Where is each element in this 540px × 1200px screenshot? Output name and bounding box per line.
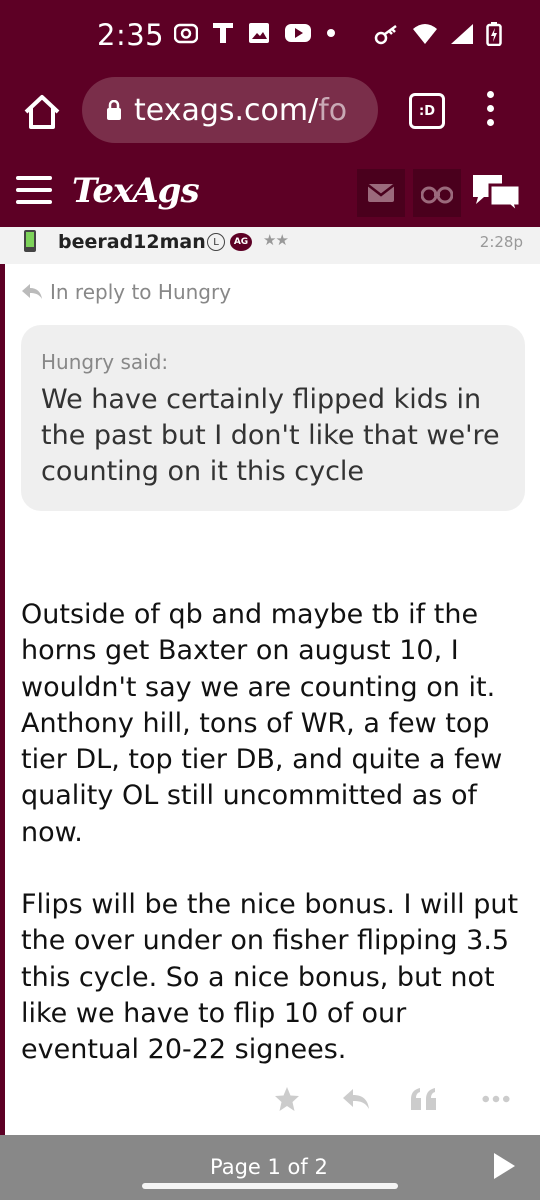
site-header: TexAgs [0, 165, 540, 227]
quote-text: We have certainly flipped kids in the pa… [41, 384, 500, 487]
user-stars: ★★ [263, 231, 289, 249]
browser-menu-icon[interactable] [487, 91, 497, 129]
post-paragraph-1: Outside of qb and maybe tb if the horns … [21, 599, 503, 848]
signal-icon [451, 24, 473, 44]
status-left-icons [174, 22, 336, 44]
hamburger-menu-icon[interactable] [16, 176, 52, 206]
more-icon[interactable] [482, 1085, 510, 1113]
envelope-icon [367, 184, 395, 202]
pagination-bar: Page 1 of 2 [0, 1135, 540, 1200]
t-app-icon [213, 23, 233, 43]
site-logo[interactable]: TexAgs [72, 171, 200, 211]
quote-author: Hungry said: [41, 350, 169, 374]
inbox-button[interactable] [357, 169, 405, 217]
quote-block: Hungry said: We have certainly flipped k… [21, 325, 525, 511]
post-username[interactable]: beerad12man [58, 231, 206, 253]
post-actions [0, 1085, 540, 1115]
gesture-handle[interactable] [142, 1183, 398, 1189]
dot-icon [327, 29, 335, 37]
reply-icon[interactable] [342, 1085, 370, 1113]
tab-switcher-button[interactable]: :D [409, 93, 445, 129]
reply-to-link[interactable]: In reply to Hungry [21, 280, 231, 304]
post-body: Outside of qb and maybe tb if the horns … [21, 597, 526, 1105]
status-right-icons [374, 22, 502, 46]
camera-icon [174, 23, 198, 44]
page-label: Page 1 of 2 [210, 1155, 328, 1179]
next-page-icon[interactable] [492, 1152, 516, 1180]
quote-icon[interactable] [410, 1085, 438, 1113]
lock-icon [107, 100, 121, 120]
status-bar: 2:35 [0, 0, 540, 75]
browser-toolbar: texags.com/fo :D [0, 75, 540, 165]
ag-badge: AG [230, 233, 252, 251]
wifi-icon [413, 24, 437, 44]
url-text: texags.com/fo [134, 92, 348, 128]
lifetime-badge: L [207, 233, 225, 251]
reply-arrow-icon [22, 284, 42, 299]
post-time: 2:28p [479, 233, 523, 251]
youtube-icon [285, 24, 311, 42]
watch-button[interactable] [413, 169, 461, 217]
key-icon [374, 24, 397, 45]
status-time: 2:35 [97, 18, 165, 52]
chat-bubbles-icon[interactable] [470, 171, 524, 215]
star-icon[interactable] [273, 1085, 301, 1113]
battery-charging-icon [486, 22, 502, 46]
reply-to-label: In reply to Hungry [50, 280, 232, 304]
post-header: beerad12man L AG ★★ 2:28p [0, 227, 540, 264]
address-bar[interactable]: texags.com/fo [82, 77, 378, 143]
binoculars-icon [421, 186, 453, 204]
post-stripe [0, 227, 5, 1135]
image-icon [249, 23, 269, 43]
home-icon[interactable] [22, 92, 62, 132]
post-paragraph-2: Flips will be the nice bonus. I will put… [21, 889, 519, 1066]
mobile-phone-icon [24, 230, 36, 252]
